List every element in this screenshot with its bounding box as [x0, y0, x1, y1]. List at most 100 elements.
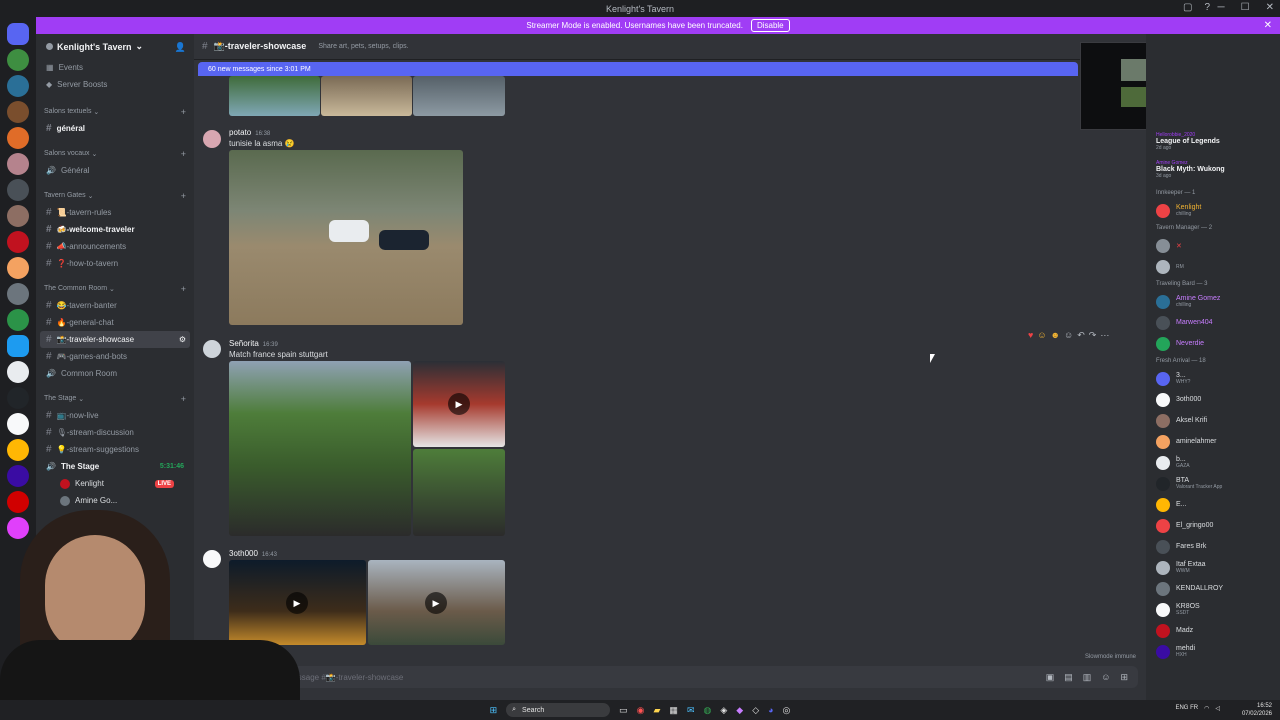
member-item[interactable]: Amine Gomez chilling: [1146, 291, 1280, 312]
category-header[interactable]: The Stage ⌄ +: [36, 390, 194, 407]
sidebar-item-events[interactable]: ▦ Events: [36, 59, 194, 76]
member-item[interactable]: Itaf Extaa WWM: [1146, 557, 1280, 578]
message-image[interactable]: [413, 76, 505, 116]
activity-card[interactable]: Amine Gomez Black Myth: Wukong 3d ago: [1146, 158, 1280, 186]
add-channel-icon[interactable]: +: [181, 284, 186, 294]
steam-icon[interactable]: ◈: [720, 705, 727, 716]
file-explorer-icon[interactable]: ▰: [654, 705, 661, 716]
stadium-photo[interactable]: [229, 361, 411, 536]
emoji-icon[interactable]: ☺: [1101, 672, 1110, 683]
settings-icon[interactable]: ⚙: [179, 335, 186, 344]
add-channel-icon[interactable]: +: [181, 107, 186, 117]
channel-stream-suggestions[interactable]: # 💡-stream-suggestions: [36, 441, 194, 458]
add-channel-icon[interactable]: +: [181, 191, 186, 201]
taskbar-search[interactable]: ⌕ Search: [506, 703, 611, 717]
emoji-reaction-icon[interactable]: ☺: [1037, 330, 1046, 341]
member-item[interactable]: aminelahmer: [1146, 431, 1280, 452]
member-item[interactable]: Madz: [1146, 620, 1280, 641]
member-item[interactable]: b... GAZA: [1146, 452, 1280, 473]
wifi-icon[interactable]: ◠: [1204, 705, 1209, 712]
member-item[interactable]: Fares Brk: [1146, 536, 1280, 557]
channel-tavern-banter[interactable]: # 😂-tavern-banter: [36, 297, 194, 314]
member-item[interactable]: KR8OS SSDT: [1146, 599, 1280, 620]
forward-icon[interactable]: ↷: [1089, 330, 1097, 341]
server-icon[interactable]: [7, 75, 29, 97]
windows-start-icon[interactable]: ⊞: [490, 705, 498, 716]
member-item[interactable]: El_gringo00: [1146, 515, 1280, 536]
category-header[interactable]: Salons textuels ⌄ +: [36, 103, 194, 120]
channel-general[interactable]: # général: [36, 120, 194, 137]
lang-indicator[interactable]: ENG FR: [1175, 705, 1198, 712]
app-icon[interactable]: ◉: [637, 705, 645, 716]
add-attachment-icon[interactable]: +: [212, 673, 217, 682]
play-icon[interactable]: ▶: [425, 592, 447, 614]
avatar[interactable]: [203, 130, 221, 148]
avatar[interactable]: [203, 340, 221, 358]
server-icon[interactable]: [7, 517, 29, 539]
heart-reaction-icon[interactable]: ♥: [1028, 330, 1033, 341]
voice-channel-the-stage[interactable]: 🔊 The Stage 5:31:46: [36, 458, 194, 475]
add-channel-icon[interactable]: +: [181, 394, 186, 404]
message-input[interactable]: + Message #📸-traveler-showcase ▣ ▤ ▥ ☺ ⊞: [202, 666, 1138, 688]
channel-how-to-tavern[interactable]: # ❓-how-to-tavern: [36, 255, 194, 272]
message-image[interactable]: [229, 76, 320, 116]
message-author[interactable]: potato 16:38: [229, 128, 270, 137]
obs-icon[interactable]: ◎: [783, 705, 791, 716]
channel-welcome-traveler[interactable]: # 🍻-welcome-traveler: [36, 221, 194, 238]
sidebar-item-boosts[interactable]: ◆ Server Boosts: [36, 76, 194, 93]
maximize-button[interactable]: ☐: [1241, 2, 1250, 13]
server-icon[interactable]: [7, 257, 29, 279]
channel-general-chat[interactable]: # 🔥-general-chat: [36, 314, 194, 331]
play-icon[interactable]: ▶: [286, 592, 308, 614]
message-author[interactable]: Señorita 16:39: [229, 339, 278, 348]
apps-icon[interactable]: ⊞: [1120, 672, 1128, 683]
mail-icon[interactable]: ✉: [687, 705, 695, 716]
member-item[interactable]: KENDALLROY: [1146, 578, 1280, 599]
category-header[interactable]: Salons vocaux ⌄ +: [36, 145, 194, 162]
sticker-icon[interactable]: ▥: [1083, 672, 1092, 683]
invite-icon[interactable]: 👤: [175, 42, 186, 53]
server-icon[interactable]: [7, 231, 29, 253]
server-icon[interactable]: [7, 387, 29, 409]
member-item[interactable]: E...: [1146, 494, 1280, 515]
discord-taskbar-icon[interactable]: ◕: [768, 705, 773, 715]
channel-topic[interactable]: Share art, pets, setups, clips.: [318, 43, 408, 50]
app-icon[interactable]: ◆: [736, 705, 743, 716]
play-icon[interactable]: ▶: [448, 393, 470, 415]
more-icon[interactable]: ⋯: [1100, 330, 1109, 341]
member-item[interactable]: 3oth000: [1146, 389, 1280, 410]
disable-streamer-button[interactable]: Disable: [750, 19, 790, 32]
server-icon[interactable]: [7, 413, 29, 435]
member-item[interactable]: Kenlight chilling: [1146, 200, 1280, 221]
add-channel-icon[interactable]: +: [181, 149, 186, 159]
app-icon[interactable]: ◇: [752, 705, 759, 716]
server-icon[interactable]: [7, 309, 29, 331]
message-author[interactable]: 3oth000 16:43: [229, 549, 277, 558]
clock[interactable]: 16:52 07/02/2026: [1242, 702, 1272, 718]
new-messages-bar[interactable]: 60 new messages since 3:01 PM: [198, 62, 1078, 76]
server-icon[interactable]: [7, 439, 29, 461]
store-icon[interactable]: ▦: [669, 705, 678, 716]
add-reaction-icon[interactable]: ☺: [1064, 330, 1073, 341]
channel-games-and-bots[interactable]: # 🎮-games-and-bots: [36, 348, 194, 365]
discord-home-icon[interactable]: [7, 23, 29, 45]
avatar[interactable]: [203, 550, 221, 568]
member-item[interactable]: BTA Valorant Tracker App: [1146, 473, 1280, 494]
server-icon[interactable]: [7, 465, 29, 487]
channel-stream-discussion[interactable]: # 🎙-stream-discussion: [36, 424, 194, 441]
activity-card[interactable]: Hellorobbie_2020 League of Legends 2d ag…: [1146, 130, 1280, 158]
channel-announcements[interactable]: # 📣-announcements: [36, 238, 194, 255]
server-icon[interactable]: [7, 335, 29, 357]
server-icon[interactable]: [7, 179, 29, 201]
voice-user[interactable]: Amine Go...: [36, 492, 194, 509]
voice-channel-common-room[interactable]: 🔊 Common Room: [36, 365, 194, 382]
channel-tavern-rules[interactable]: # 📜-tavern-rules: [36, 204, 194, 221]
minimize-button[interactable]: ─: [1218, 2, 1225, 13]
voice-channel-general[interactable]: 🔊 Général: [36, 162, 194, 179]
video-thumbnail[interactable]: ▶: [413, 361, 505, 447]
server-icon[interactable]: [7, 205, 29, 227]
message-image[interactable]: [413, 449, 505, 536]
server-icon[interactable]: [7, 283, 29, 305]
server-icon[interactable]: [7, 153, 29, 175]
help-icon[interactable]: ?: [1204, 2, 1210, 13]
